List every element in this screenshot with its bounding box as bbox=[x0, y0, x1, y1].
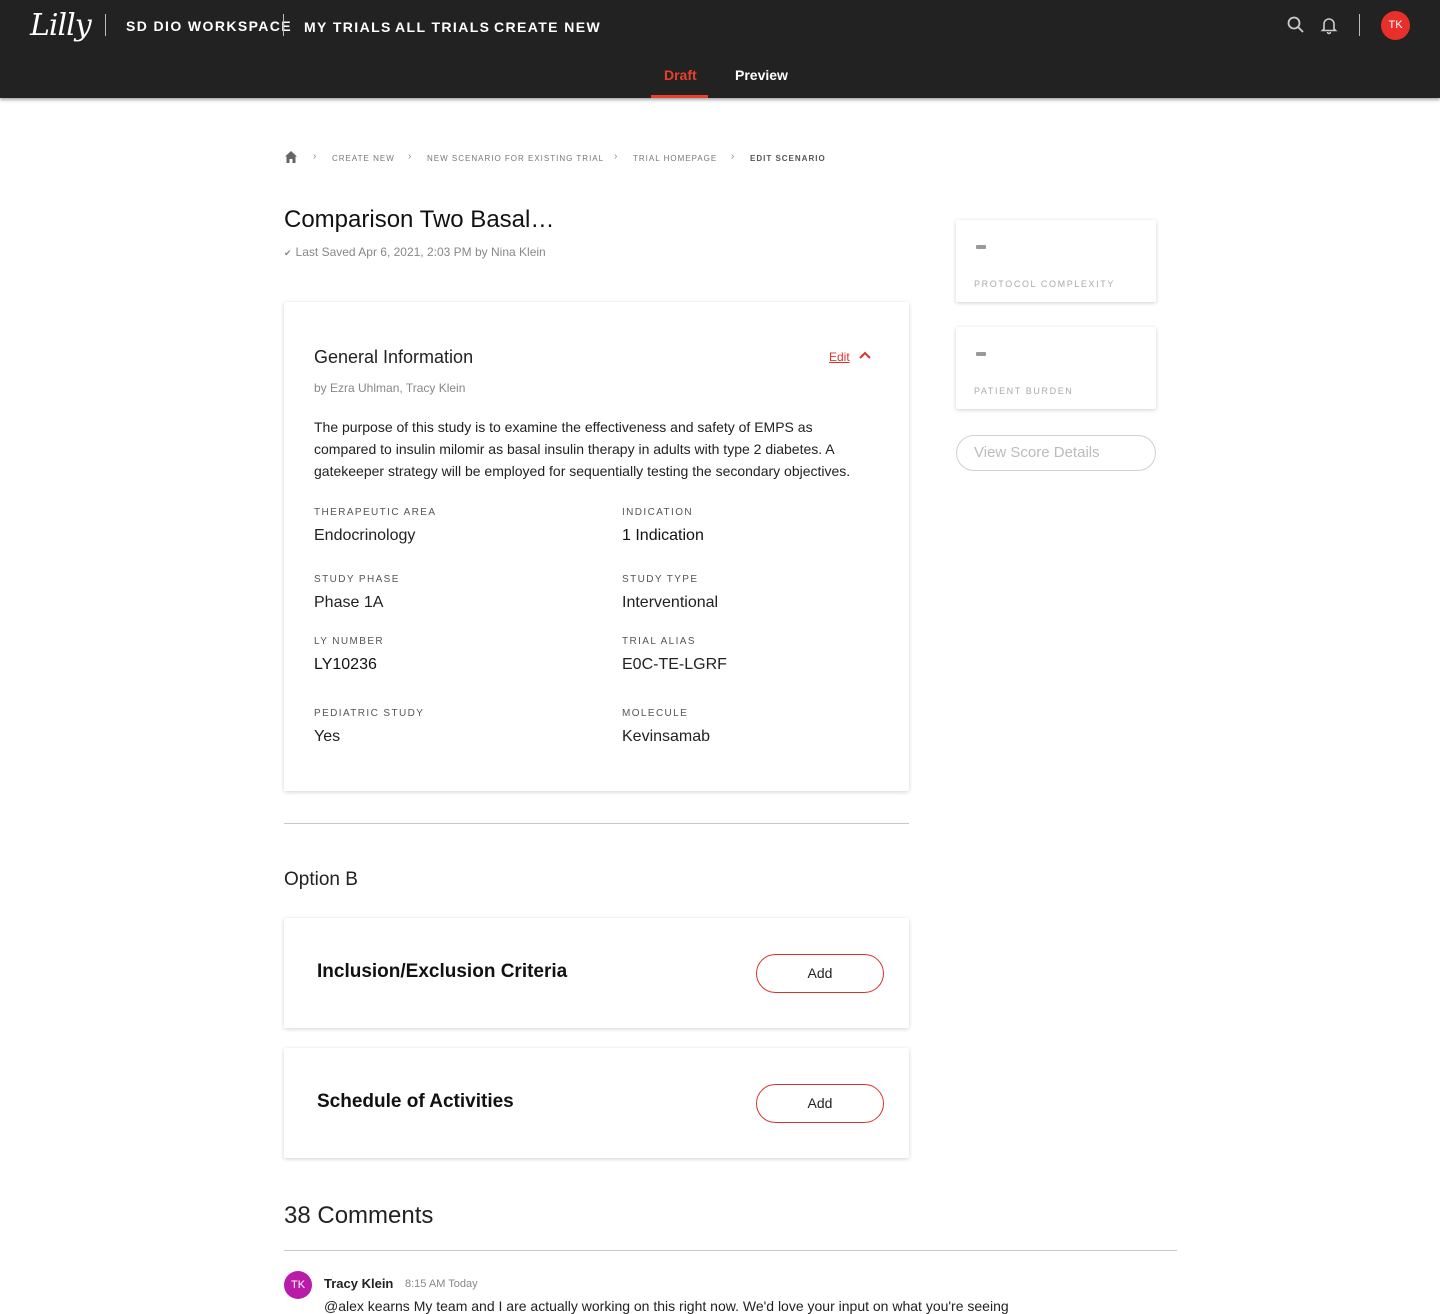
home-icon[interactable] bbox=[284, 150, 298, 164]
ly-number-label: LY NUMBER bbox=[314, 636, 385, 647]
trial-alias-value: E0C-TE-LGRF bbox=[622, 656, 727, 673]
comment-author[interactable]: Tracy Klein bbox=[324, 1276, 393, 1291]
inclusion-exclusion-card: Inclusion/Exclusion Criteria Add bbox=[284, 918, 909, 1028]
nav-all-trials[interactable]: ALL TRIALS bbox=[395, 19, 490, 35]
inclusion-exclusion-title: Inclusion/Exclusion Criteria bbox=[317, 961, 568, 982]
chevron-right-icon: › bbox=[614, 151, 618, 162]
chevron-right-icon: › bbox=[408, 151, 412, 162]
general-information-title: General Information bbox=[314, 347, 474, 367]
trial-alias-label: TRIAL ALIAS bbox=[622, 636, 696, 647]
patient-burden-card: PATIENT BURDEN bbox=[956, 327, 1156, 409]
study-description: The purpose of this study is to examine … bbox=[314, 419, 851, 479]
add-inclusion-exclusion-button[interactable]: Add bbox=[756, 954, 884, 993]
indication-value[interactable]: 1 Indication bbox=[622, 527, 704, 545]
therapeutic-area-value: Endocrinology bbox=[314, 527, 416, 544]
ly-number-value: LY10236 bbox=[314, 656, 377, 673]
last-saved-status: ✔ Last Saved Apr 6, 2021, 2:03 PM by Nina… bbox=[284, 245, 546, 259]
top-navigation-bar: Lilly SD DIO WORKSPACE MY TRIALS ALL TRI… bbox=[0, 0, 1440, 98]
patient-burden-label: PATIENT BURDEN bbox=[974, 386, 1074, 396]
study-type-value: Interventional bbox=[622, 594, 719, 611]
protocol-complexity-label: PROTOCOL COMPLEXITY bbox=[974, 279, 1115, 289]
molecule-label: MOLECULE bbox=[622, 708, 689, 719]
molecule-value: Kevinsamab bbox=[622, 728, 711, 745]
breadcrumb-create-new[interactable]: CREATE NEW bbox=[332, 154, 395, 163]
workspace-title[interactable]: SD DIO WORKSPACE bbox=[126, 18, 292, 34]
user-divider bbox=[1359, 14, 1360, 36]
study-phase-value: Phase 1A bbox=[314, 594, 384, 611]
breadcrumb-edit-scenario: EDIT SCENARIO bbox=[750, 154, 826, 163]
indication-label: INDICATION bbox=[622, 507, 694, 518]
chevron-right-icon: › bbox=[731, 151, 735, 162]
chevron-right-icon: › bbox=[313, 151, 317, 162]
schedule-of-activities-title: Schedule of Activities bbox=[317, 1091, 514, 1112]
bell-icon[interactable] bbox=[1319, 15, 1339, 35]
nav-divider bbox=[283, 14, 284, 36]
tab-draft[interactable]: Draft bbox=[664, 67, 697, 83]
protocol-complexity-card: PROTOCOL COMPLEXITY bbox=[956, 220, 1156, 302]
active-tab-indicator bbox=[651, 95, 708, 98]
protocol-complexity-value bbox=[976, 245, 986, 249]
page-title: Comparison Two Basal… bbox=[284, 206, 555, 233]
general-information-card: General Information Edit by Ezra Uhlman,… bbox=[284, 302, 909, 791]
breadcrumb-trial-homepage[interactable]: TRIAL HOMEPAGE bbox=[633, 154, 717, 163]
last-saved-text: Last Saved Apr 6, 2021, 2:03 PM by Nina … bbox=[295, 245, 546, 259]
study-type-label: STUDY TYPE bbox=[622, 574, 699, 585]
comments-title: 38 Comments bbox=[284, 1202, 434, 1229]
user-avatar[interactable]: TK bbox=[1381, 11, 1410, 40]
option-title: Option B bbox=[284, 869, 358, 890]
pediatric-study-value: Yes bbox=[314, 728, 341, 745]
search-icon[interactable] bbox=[1286, 15, 1306, 35]
breadcrumb-new-scenario[interactable]: NEW SCENARIO FOR EXISTING TRIAL bbox=[427, 154, 604, 163]
comments-divider bbox=[284, 1250, 1177, 1251]
authors: by Ezra Uhlman, Tracy Klein bbox=[314, 381, 466, 395]
check-icon: ✔ bbox=[284, 248, 292, 258]
view-score-details-button[interactable]: View Score Details bbox=[956, 435, 1156, 471]
comment-timestamp: 8:15 AM Today bbox=[405, 1278, 478, 1290]
section-divider bbox=[284, 823, 909, 824]
nav-create-new[interactable]: CREATE NEW bbox=[494, 19, 601, 35]
patient-burden-value bbox=[976, 352, 986, 356]
schedule-of-activities-card: Schedule of Activities Add bbox=[284, 1048, 909, 1158]
lilly-logo[interactable]: Lilly bbox=[30, 8, 92, 43]
logo-divider bbox=[105, 14, 106, 36]
comment-avatar: TK bbox=[284, 1271, 312, 1299]
tab-preview[interactable]: Preview bbox=[735, 67, 788, 83]
nav-my-trials[interactable]: MY TRIALS bbox=[304, 19, 392, 35]
pediatric-study-label: PEDIATRIC STUDY bbox=[314, 708, 425, 719]
add-schedule-of-activities-button[interactable]: Add bbox=[756, 1084, 884, 1123]
edit-link[interactable]: Edit bbox=[829, 350, 850, 364]
therapeutic-area-label: THERAPEUTIC AREA bbox=[314, 507, 437, 518]
chevron-up-icon[interactable] bbox=[858, 350, 872, 360]
study-phase-label: STUDY PHASE bbox=[314, 574, 400, 585]
comment-text: @alex kearns My team and I are actually … bbox=[324, 1298, 1009, 1314]
